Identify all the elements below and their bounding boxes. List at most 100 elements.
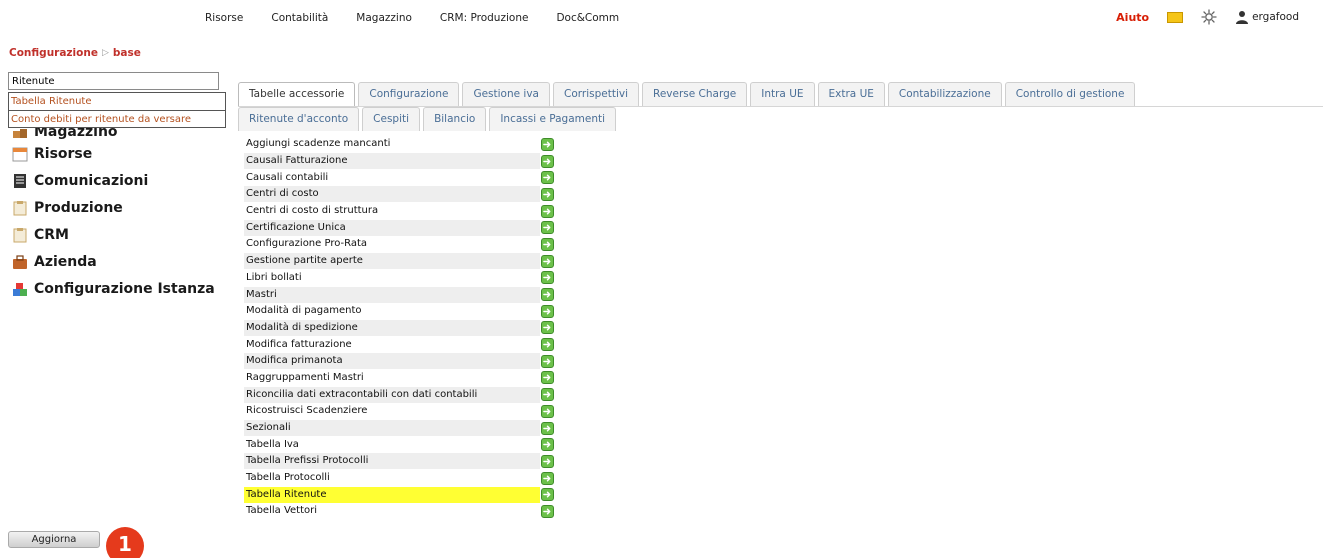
search-input[interactable] <box>8 72 219 90</box>
tab-controllo-di-gestione[interactable]: Controllo di gestione <box>1004 82 1136 106</box>
go-arrow-icon[interactable] <box>541 354 554 368</box>
list-item: Certificazione Unica <box>244 219 559 236</box>
list-item-label[interactable]: Ricostruisci Scadenziere <box>244 403 540 419</box>
tabs-row-2: Ritenute d'acconto Cespiti Bilancio Inca… <box>238 107 619 131</box>
list-item: Modalità di pagamento <box>244 303 559 320</box>
go-arrow-icon[interactable] <box>541 388 554 402</box>
document-icon <box>14 173 26 188</box>
list-item-label[interactable]: Centri di costo di struttura <box>244 203 540 219</box>
blocks-icon <box>13 282 27 296</box>
breadcrumb-separator: ▷ <box>101 48 109 58</box>
sidebar-item-label: Configurazione Istanza <box>34 280 215 297</box>
menu-contabilita[interactable]: Contabilità <box>271 12 328 24</box>
go-arrow-icon[interactable] <box>541 421 554 435</box>
sidebar-item-configurazione-istanza[interactable]: Configurazione Istanza <box>12 275 215 302</box>
go-arrow-icon[interactable] <box>541 321 554 335</box>
menu-risorse[interactable]: Risorse <box>205 12 243 24</box>
go-arrow-icon[interactable] <box>541 488 554 502</box>
list-item-label[interactable]: Modalità di pagamento <box>244 303 540 319</box>
sidebar-item-azienda[interactable]: Azienda <box>12 248 215 275</box>
sidebar-item-label: CRM <box>34 226 69 243</box>
tab-cespiti[interactable]: Cespiti <box>362 107 421 131</box>
list-item-label[interactable]: Aggiungi scadenze mancanti <box>244 136 540 152</box>
refresh-button[interactable]: Aggiorna <box>8 531 100 548</box>
go-arrow-icon[interactable] <box>541 454 554 468</box>
list-item: Sezionali <box>244 420 559 437</box>
breadcrumb-configurazione[interactable]: Configurazione <box>9 47 98 59</box>
main-menu: Risorse Contabilità Magazzino CRM: Produ… <box>205 12 647 24</box>
list-item: Tabella Prefissi Protocolli <box>244 453 559 470</box>
list-item: Libri bollati <box>244 270 559 287</box>
username[interactable]: ergafood <box>1252 11 1299 23</box>
go-arrow-icon[interactable] <box>541 171 554 185</box>
list-item-label[interactable]: Certificazione Unica <box>244 219 540 236</box>
list-item-label[interactable]: Causali contabili <box>244 170 540 186</box>
go-arrow-icon[interactable] <box>541 338 554 352</box>
sidebar-item-produzione[interactable]: Produzione <box>12 194 215 221</box>
sidebar-item-risorse[interactable]: Risorse <box>12 140 215 167</box>
go-arrow-icon[interactable] <box>541 371 554 385</box>
list-item-label[interactable]: Modalità di spedizione <box>244 319 540 336</box>
list-item-label[interactable]: Tabella Iva <box>244 437 540 453</box>
go-arrow-icon[interactable] <box>541 254 554 268</box>
list-item-label[interactable]: Mastri <box>244 286 540 303</box>
sidebar-item-crm[interactable]: CRM <box>12 221 215 248</box>
suggestion-tabella-ritenute[interactable]: Tabella Ritenute <box>9 93 225 110</box>
go-arrow-icon[interactable] <box>541 271 554 285</box>
go-arrow-icon[interactable] <box>541 237 554 251</box>
list-item: Modalità di spedizione <box>244 319 559 337</box>
list-item-label[interactable]: Tabella Prefissi Protocolli <box>244 453 540 470</box>
list-item: Modifica fatturazione <box>244 336 559 353</box>
menu-doc-comm[interactable]: Doc&Comm <box>556 12 619 24</box>
tab-tabelle-accessorie[interactable]: Tabelle accessorie <box>238 82 356 106</box>
list-item: Riconcilia dati extracontabili con dati … <box>244 386 559 403</box>
list-item-label[interactable]: Tabella Ritenute <box>244 486 540 503</box>
list-item-label[interactable]: Libri bollati <box>244 270 540 286</box>
go-arrow-icon[interactable] <box>541 137 554 151</box>
tab-ritenute-acconto[interactable]: Ritenute d'acconto <box>238 107 360 131</box>
help-link[interactable]: Aiuto <box>1116 11 1149 24</box>
list-item-label[interactable]: Tabella Protocolli <box>244 470 540 486</box>
user-icon <box>1236 11 1249 24</box>
list-item: Centri di costo <box>244 186 559 203</box>
tab-corrispettivi[interactable]: Corrispettivi <box>553 82 639 106</box>
tab-extra-ue[interactable]: Extra UE <box>817 82 885 106</box>
sidebar-item-comunicazioni[interactable]: Comunicazioni <box>12 167 215 194</box>
tab-intra-ue[interactable]: Intra UE <box>750 82 815 106</box>
list-item-label[interactable]: Gestione partite aperte <box>244 253 540 270</box>
go-arrow-icon[interactable] <box>541 504 554 518</box>
list-item-label[interactable]: Riconcilia dati extracontabili con dati … <box>244 386 540 403</box>
list-item-label[interactable]: Modifica primanota <box>244 353 540 370</box>
go-arrow-icon[interactable] <box>541 221 554 235</box>
go-arrow-icon[interactable] <box>541 404 554 418</box>
list-item-label[interactable]: Centri di costo <box>244 186 540 203</box>
suggestion-conto-debiti[interactable]: Conto debiti per ritenute da versare <box>9 110 225 127</box>
go-arrow-icon[interactable] <box>541 438 554 452</box>
list-item-label[interactable]: Raggruppamenti Mastri <box>244 370 540 386</box>
list-item: Tabella Protocolli <box>244 470 559 487</box>
go-arrow-icon[interactable] <box>541 471 554 485</box>
gear-icon[interactable] <box>1201 9 1217 25</box>
list-item: Aggiungi scadenze mancanti <box>244 136 559 153</box>
tab-incassi-pagamenti[interactable]: Incassi e Pagamenti <box>489 107 617 131</box>
go-arrow-icon[interactable] <box>541 204 554 218</box>
tab-reverse-charge[interactable]: Reverse Charge <box>642 82 748 106</box>
menu-magazzino[interactable]: Magazzino <box>356 12 412 24</box>
envelope-icon[interactable] <box>1167 11 1184 23</box>
go-arrow-icon[interactable] <box>541 154 554 168</box>
menu-crm-produzione[interactable]: CRM: Produzione <box>440 12 529 24</box>
list-item-label[interactable]: Modifica fatturazione <box>244 337 540 353</box>
tab-bilancio[interactable]: Bilancio <box>423 107 487 131</box>
list-item-label[interactable]: Sezionali <box>244 420 540 437</box>
go-arrow-icon[interactable] <box>541 288 554 302</box>
tab-contabilizzazione[interactable]: Contabilizzazione <box>887 82 1002 106</box>
list-item-label[interactable]: Causali Fatturazione <box>244 153 540 170</box>
list-item-label[interactable]: Configurazione Pro-Rata <box>244 236 540 252</box>
go-arrow-icon[interactable] <box>541 304 554 318</box>
breadcrumb-base[interactable]: base <box>113 47 141 59</box>
tab-configurazione[interactable]: Configurazione <box>358 82 460 106</box>
tab-gestione-iva[interactable]: Gestione iva <box>462 82 550 106</box>
go-arrow-icon[interactable] <box>541 187 554 201</box>
accessory-tables-list: Aggiungi scadenze mancanti Causali Fattur… <box>244 136 559 520</box>
list-item-label[interactable]: Tabella Vettori <box>244 503 540 519</box>
